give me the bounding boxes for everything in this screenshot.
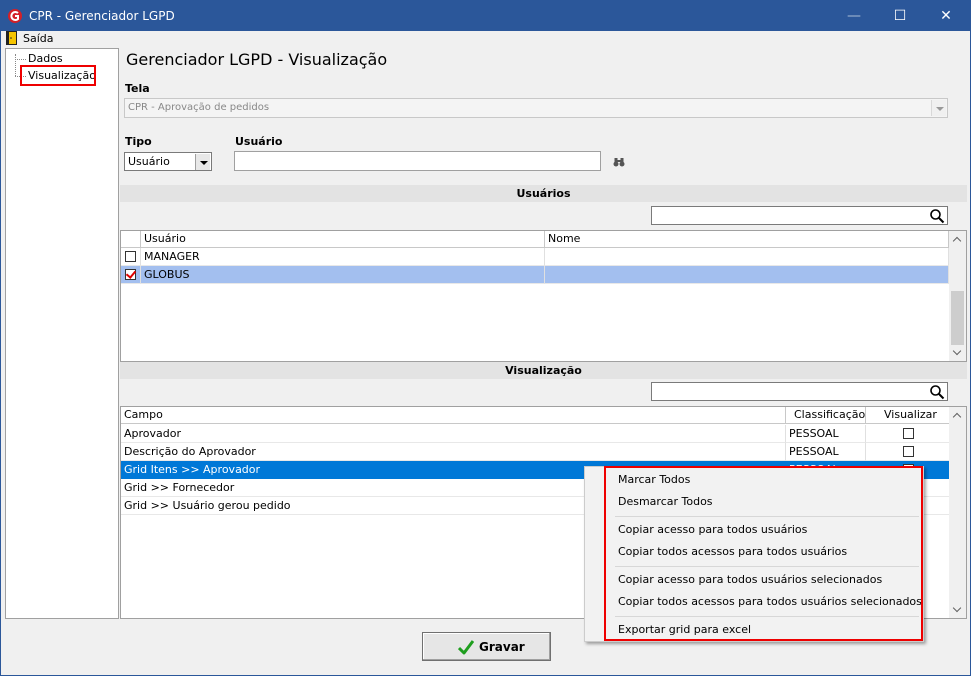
- search-icon[interactable]: [929, 208, 945, 224]
- row-checkbox-cell: [121, 266, 141, 284]
- tipo-label: Tipo: [125, 135, 152, 148]
- navigation-tree: Dados Visualização: [5, 48, 119, 619]
- row-checkbox[interactable]: [125, 269, 136, 280]
- column-header-visualizar[interactable]: Visualizar: [866, 407, 950, 424]
- visualizar-checkbox[interactable]: [903, 446, 914, 457]
- cell-classificacao: PESSOAL: [786, 443, 866, 461]
- binoculars-search-icon[interactable]: [613, 157, 625, 167]
- cell-campo: Aprovador: [121, 425, 786, 443]
- column-header-nome[interactable]: Nome: [545, 231, 949, 248]
- scroll-up-icon[interactable]: [949, 407, 966, 424]
- table-row[interactable]: Aprovador PESSOAL: [121, 425, 950, 443]
- users-section-header: Usuários: [120, 185, 967, 202]
- annotation-highlight-box: [20, 65, 96, 86]
- menu-exit[interactable]: Saída: [23, 32, 54, 45]
- cell-nome: [545, 248, 949, 266]
- menu-bar: Saída: [1, 31, 970, 47]
- cell-campo: Descrição do Aprovador: [121, 443, 786, 461]
- cell-visualizar: [866, 425, 950, 443]
- visualizar-checkbox[interactable]: [903, 428, 914, 439]
- tela-label: Tela: [125, 82, 150, 95]
- column-header-usuario[interactable]: Usuário: [141, 231, 545, 248]
- page-title: Gerenciador LGPD - Visualização: [126, 50, 388, 69]
- users-grid: Usuário Nome MANAGER GLOBUS: [120, 230, 967, 362]
- maximize-button[interactable]: ☐: [877, 1, 923, 31]
- search-icon[interactable]: [929, 384, 945, 400]
- exit-door-icon: [6, 31, 17, 45]
- title-bar[interactable]: CPR - Gerenciador LGPD — ☐ ✕: [1, 1, 970, 31]
- cell-classificacao: PESSOAL: [786, 425, 866, 443]
- tree-connector: [15, 54, 16, 76]
- chevron-down-icon: [195, 154, 210, 170]
- tela-select[interactable]: CPR - Aprovação de pedidos: [124, 98, 948, 118]
- tree-item-dados[interactable]: Dados: [28, 52, 63, 65]
- app-logo-icon: [8, 9, 22, 23]
- tipo-select[interactable]: Usuário: [124, 152, 212, 171]
- scroll-up-icon[interactable]: [949, 231, 966, 248]
- row-checkbox[interactable]: [125, 251, 136, 262]
- table-row[interactable]: MANAGER: [121, 248, 950, 266]
- view-grid-header: Campo Classificação Visualizar: [121, 407, 950, 424]
- chevron-down-icon: [931, 100, 946, 116]
- column-header-campo[interactable]: Campo: [121, 407, 786, 424]
- view-search-input[interactable]: [651, 382, 948, 401]
- header-checkbox-column: [121, 231, 141, 248]
- tree-connector: [15, 59, 26, 60]
- close-button[interactable]: ✕: [923, 1, 969, 31]
- minimize-button[interactable]: —: [831, 1, 877, 31]
- usuario-label: Usuário: [235, 135, 283, 148]
- annotation-highlight-box: [604, 466, 923, 641]
- table-row[interactable]: Descrição do Aprovador PESSOAL: [121, 443, 950, 461]
- scroll-thumb[interactable]: [951, 291, 964, 345]
- view-section-header: Visualização: [120, 362, 967, 379]
- app-window: CPR - Gerenciador LGPD — ☐ ✕ Saída Dados…: [0, 0, 971, 676]
- column-header-classificacao[interactable]: Classificação: [786, 407, 866, 424]
- users-grid-scrollbar[interactable]: [949, 231, 966, 361]
- save-button-label: Gravar: [479, 640, 525, 654]
- cell-usuario: GLOBUS: [141, 266, 545, 284]
- users-search-input[interactable]: [651, 206, 948, 225]
- tela-select-value: CPR - Aprovação de pedidos: [128, 102, 270, 113]
- save-button[interactable]: Gravar: [422, 632, 551, 661]
- usuario-input[interactable]: [234, 151, 601, 171]
- cell-visualizar: [866, 443, 950, 461]
- tipo-select-value: Usuário: [128, 155, 170, 168]
- scroll-down-icon[interactable]: [949, 601, 966, 618]
- scroll-down-icon[interactable]: [949, 344, 966, 361]
- view-grid-scrollbar[interactable]: [949, 407, 966, 618]
- users-grid-header: Usuário Nome: [121, 231, 950, 248]
- checkmark-icon: [458, 640, 474, 655]
- window-title: CPR - Gerenciador LGPD: [29, 9, 175, 23]
- table-row[interactable]: GLOBUS: [121, 266, 950, 284]
- cell-usuario: MANAGER: [141, 248, 545, 266]
- row-checkbox-cell: [121, 248, 141, 266]
- cell-nome: [545, 266, 949, 284]
